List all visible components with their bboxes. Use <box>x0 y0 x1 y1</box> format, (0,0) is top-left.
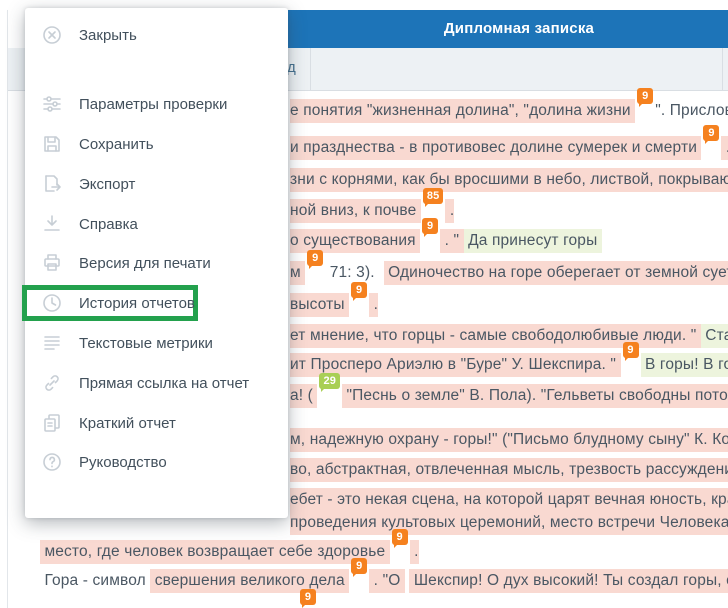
match-highlight: ет мнение, что горцы - самые свободолюби… <box>290 324 701 348</box>
menu-item-export[interactable]: Экспорт <box>25 166 288 202</box>
report-line: о существования 9 . " Да принесут горы <box>290 229 602 253</box>
report-line: высоты 9 . <box>290 293 378 317</box>
match-highlight: е понятия "жизненная долина", "долина жи… <box>290 99 635 123</box>
match-highlight: во, абстрактная, отвлеченная мысль, трез… <box>290 458 728 482</box>
report-line: ет мнение, что горцы - самые свободолюби… <box>290 324 728 348</box>
report-line: м, надежную охрану - горы!" ("Письмо блу… <box>290 428 728 452</box>
question-icon <box>41 451 63 473</box>
quote-highlight: В горы! В горы! <box>641 353 728 377</box>
match-highlight: . <box>410 540 419 564</box>
menu-item-label: Руководство <box>79 454 167 471</box>
report-line: а! ( 29 "Песнь о земле" В. Пола). "Гельв… <box>290 384 728 408</box>
report-line: е понятия "жизненная долина", "долина жи… <box>290 99 728 123</box>
source-count-badge[interactable]: 9 <box>307 250 323 266</box>
report-line: 9 <box>40 600 318 608</box>
match-highlight: "Песнь о земле" В. Пола). "Гельветы своб… <box>342 384 728 408</box>
match-highlight: . "О <box>369 569 405 593</box>
report-viewer: Дипломная записка д е понятия "жизненная… <box>0 0 728 608</box>
printer-icon <box>41 252 63 274</box>
menu-item-label: Прямая ссылка на отчет <box>79 375 249 392</box>
menu-item-direct-link[interactable]: Прямая ссылка на отчет <box>25 365 288 401</box>
match-highlight: проведения культовых церемоний, место вс… <box>290 511 728 535</box>
match-highlight: . " <box>440 229 463 253</box>
menu-item-save[interactable]: Сохранить <box>25 126 288 162</box>
download-icon <box>41 213 63 235</box>
match-highlight: м <box>290 261 305 285</box>
source-count-badge[interactable]: 9 <box>422 218 438 234</box>
match-highlight: . <box>369 293 378 317</box>
match-highlight: ебет - это некая сцена, на которой царят… <box>290 488 728 512</box>
sliders-icon <box>41 93 63 115</box>
export-icon <box>41 173 63 195</box>
menu-item-check-settings[interactable]: Параметры проверки <box>25 86 288 122</box>
close-icon <box>41 24 63 46</box>
menu-item-print-version[interactable]: Версия для печати <box>25 245 288 281</box>
match-highlight: ит Просперо Ариэлю в "Буре" У. Шекспира.… <box>290 353 621 377</box>
match-highlight: Одиночество на горе оберегает от земной … <box>384 261 728 285</box>
match-highlight: и празднества - в противовес долине суме… <box>290 136 701 160</box>
source-count-badge[interactable]: 9 <box>623 342 639 358</box>
quote-highlight: Станешь <box>701 324 728 348</box>
plain-text: ". Присловье: "Гора родила <box>655 99 728 123</box>
match-highlight: м, надежную охрану - горы!" ("Письмо блу… <box>290 428 728 452</box>
menu-item-label: Справка <box>79 216 138 233</box>
source-count-badge[interactable]: 29 <box>319 373 340 389</box>
source-count-badge[interactable]: 85 <box>423 188 444 204</box>
metrics-icon <box>41 332 63 354</box>
link-icon <box>41 372 63 394</box>
match-highlight: а! ( <box>290 384 317 408</box>
source-count-badge[interactable]: 9 <box>392 529 408 545</box>
menu-item-report-history[interactable]: История отчетов <box>22 285 198 321</box>
source-count-badge[interactable]: 9 <box>300 589 316 605</box>
menu-item-brief-report[interactable]: Краткий отчет <box>25 405 288 441</box>
menu-item-label: Закрыть <box>79 27 137 44</box>
report-line: во, абстрактная, отвлеченная мысль, трез… <box>290 458 728 482</box>
report-line: Гора - символ свершения великого дела 9 … <box>40 569 728 593</box>
menu-item-guide[interactable]: Руководство <box>25 444 288 480</box>
menu-item-label: Экспорт <box>79 176 135 193</box>
menu-item-close[interactable]: Закрыть <box>25 17 288 53</box>
report-line: ит Просперо Ариэлю в "Буре" У. Шекспира.… <box>290 353 728 377</box>
menu-item-text-metrics[interactable]: Текстовые метрики <box>25 325 288 361</box>
match-highlight: свершения великого дела <box>150 569 349 593</box>
match-highlight: . <box>721 136 728 160</box>
match-highlight: ной вниз, к почве <box>290 199 421 223</box>
match-highlight: зни с корнями, как бы вросшими в небо, л… <box>290 168 728 192</box>
source-count-badge[interactable]: 9 <box>351 558 367 574</box>
source-count-badge[interactable]: 9 <box>351 282 367 298</box>
match-highlight: высоты <box>290 293 349 317</box>
clock-icon <box>41 292 63 314</box>
quote-highlight: Да принесут горы <box>464 229 602 253</box>
match-highlight: место, где человек возвращает себе здоро… <box>40 540 390 564</box>
report-line: зни с корнями, как бы вросшими в небо, л… <box>290 168 728 192</box>
match-highlight: Шекспир! О дух высокий! Ты создал горы, … <box>409 569 728 593</box>
menu-item-help[interactable]: Справка <box>25 206 288 242</box>
menu-item-label: История отчетов <box>79 295 195 312</box>
plain-text: Гора - символ <box>40 569 150 593</box>
report-line: и празднества - в противовес долине суме… <box>290 136 728 160</box>
save-icon <box>41 133 63 155</box>
report-line: ебет - это некая сцена, на которой царят… <box>290 488 728 512</box>
report-menu: Закрыть Параметры проверки Сохранить Экспор… <box>25 8 288 518</box>
source-count-badge[interactable]: 9 <box>703 125 719 141</box>
menu-item-label: Версия для печати <box>79 255 211 272</box>
match-highlight: . <box>445 199 454 223</box>
copy-icon <box>41 412 63 434</box>
menu-item-label: Текстовые метрики <box>79 335 213 352</box>
menu-item-label: Краткий отчет <box>79 415 176 432</box>
menu-item-label: Параметры проверки <box>79 96 227 113</box>
menu-item-label: Сохранить <box>79 136 154 153</box>
source-count-badge[interactable]: 9 <box>637 88 653 104</box>
